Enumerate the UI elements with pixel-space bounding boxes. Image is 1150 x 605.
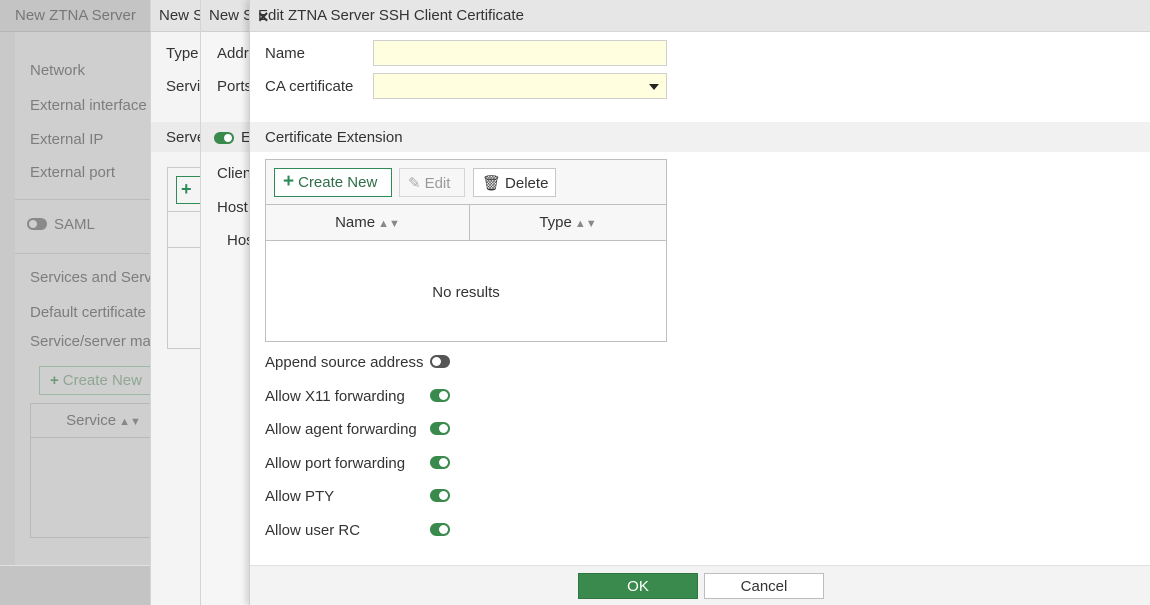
sort-icon: ▲▼ <box>119 416 141 428</box>
create-new-button[interactable]: + Create New <box>39 366 150 395</box>
dialog-footer: OK Cancel <box>250 565 1150 605</box>
divider <box>15 199 150 200</box>
edit-label: Edit <box>424 175 451 192</box>
external-ip-label: External IP <box>30 131 104 148</box>
delete-button[interactable]: 🗑 Delete <box>473 168 556 197</box>
allow-x11-forwarding-row: Allow X11 forwarding <box>265 388 405 405</box>
close-icon[interactable]: × <box>258 7 1139 28</box>
allow-pty-toggle[interactable] <box>430 489 450 502</box>
service-column-label: Service <box>66 412 117 429</box>
pencil-icon: ✎ <box>408 175 421 192</box>
background-panel-title: New ZTNA Server <box>15 7 136 24</box>
allow-x11-forwarding-toggle[interactable] <box>430 389 450 402</box>
middle-panel-1-title: New S <box>159 7 204 24</box>
host-sub-label: Hos <box>227 232 250 249</box>
chevron-down-icon <box>649 84 659 90</box>
middle-panel-2-header: New S <box>201 0 250 32</box>
saml-label: SAML <box>54 216 95 233</box>
create-new-button[interactable]: + Create New <box>274 168 392 197</box>
background-panel-header: New ZTNA Server <box>0 0 150 32</box>
type-column-label: Type <box>539 214 572 231</box>
external-interface-label: External interface <box>30 97 147 114</box>
allow-pty-row: Allow PTY <box>265 488 334 505</box>
sort-icon: ▲▼ <box>378 218 400 230</box>
type-column-header[interactable]: Type ▲▼ <box>470 205 666 241</box>
ca-certificate-select[interactable] <box>373 73 667 99</box>
allow-user-rc-toggle[interactable] <box>430 523 450 536</box>
ca-certificate-label: CA certificate <box>265 78 354 95</box>
cancel-button[interactable]: Cancel <box>704 573 824 599</box>
table-toolbar: + Create New ✎ Edit 🗑 Delete <box>266 160 666 205</box>
certificate-extension-table: + Create New ✎ Edit 🗑 Delete Name ▲▼ Type ▲▼ … <box>265 159 667 342</box>
dialog-title-bar: Edit ZTNA Server SSH Client Certificate … <box>250 0 1150 32</box>
middle-panel-2: New S Addr Ports E Clien Host Hos <box>200 0 250 605</box>
allow-port-forwarding-toggle[interactable] <box>430 456 450 469</box>
section-title: Certificate Extension <box>265 129 403 146</box>
saml-toggle[interactable] <box>27 218 47 230</box>
default-certificate-label: Default certificate <box>30 304 146 321</box>
divider <box>15 253 150 254</box>
allow-port-forwarding-label: Allow port forwarding <box>265 455 406 472</box>
services-section-label: Services and Serve <box>30 269 150 286</box>
service-mapping-label: Service/server map <box>30 333 150 350</box>
external-port-label: External port <box>30 164 116 181</box>
service-column-header[interactable]: Service ▲▼ <box>31 404 150 438</box>
delete-label: Delete <box>505 175 549 192</box>
address-label: Addr <box>217 45 249 62</box>
append-source-address-label: Append source address <box>265 354 424 371</box>
trash-icon: 🗑 <box>482 175 502 192</box>
client-label: Clien <box>217 165 250 182</box>
allow-user-rc-row: Allow user RC <box>265 522 360 539</box>
create-new-label: Create New <box>62 372 142 389</box>
edit-ssh-client-certificate-dialog: Edit ZTNA Server SSH Client Certificate … <box>249 0 1150 605</box>
service-label: Servi <box>166 78 201 95</box>
empty-state-text: No results <box>432 284 500 301</box>
service-table: Service ▲▼ <box>30 403 150 538</box>
ok-button[interactable]: OK <box>578 573 698 599</box>
host-label: Host <box>217 199 248 216</box>
allow-agent-forwarding-row: Allow agent forwarding <box>265 421 417 438</box>
network-label: Network <box>30 62 86 79</box>
allow-port-forwarding-row: Allow port forwarding <box>265 455 405 472</box>
allow-x11-forwarding-label: Allow X11 forwarding <box>265 388 405 405</box>
plus-icon: + <box>50 372 59 389</box>
create-new-label: Create New <box>298 174 378 191</box>
background-panel: New ZTNA Server Network External interfa… <box>0 0 150 605</box>
edit-button[interactable]: ✎ Edit <box>399 168 465 197</box>
enable-toggle[interactable] <box>214 132 234 144</box>
plus-icon: + <box>283 171 295 192</box>
allow-agent-forwarding-label: Allow agent forwarding <box>265 421 417 438</box>
table-header: Name ▲▼ Type ▲▼ <box>266 205 666 241</box>
allow-agent-forwarding-toggle[interactable] <box>430 422 450 435</box>
allow-pty-label: Allow PTY <box>265 488 335 505</box>
name-column-header[interactable]: Name ▲▼ <box>266 205 470 241</box>
type-label: Type <box>166 45 199 62</box>
ports-label: Ports <box>217 78 250 95</box>
certificate-extension-section: Certificate Extension <box>250 122 1150 152</box>
name-input[interactable] <box>373 40 667 66</box>
append-source-address-toggle[interactable] <box>430 355 450 368</box>
middle-panel-2-title: New S <box>209 7 250 24</box>
append-source-address-row: Append source address <box>265 354 423 371</box>
name-column-label: Name <box>335 214 376 231</box>
allow-user-rc-label: Allow user RC <box>265 522 361 539</box>
background-panel-footer <box>0 565 150 605</box>
name-label: Name <box>265 45 306 62</box>
sort-icon: ▲▼ <box>574 218 597 230</box>
